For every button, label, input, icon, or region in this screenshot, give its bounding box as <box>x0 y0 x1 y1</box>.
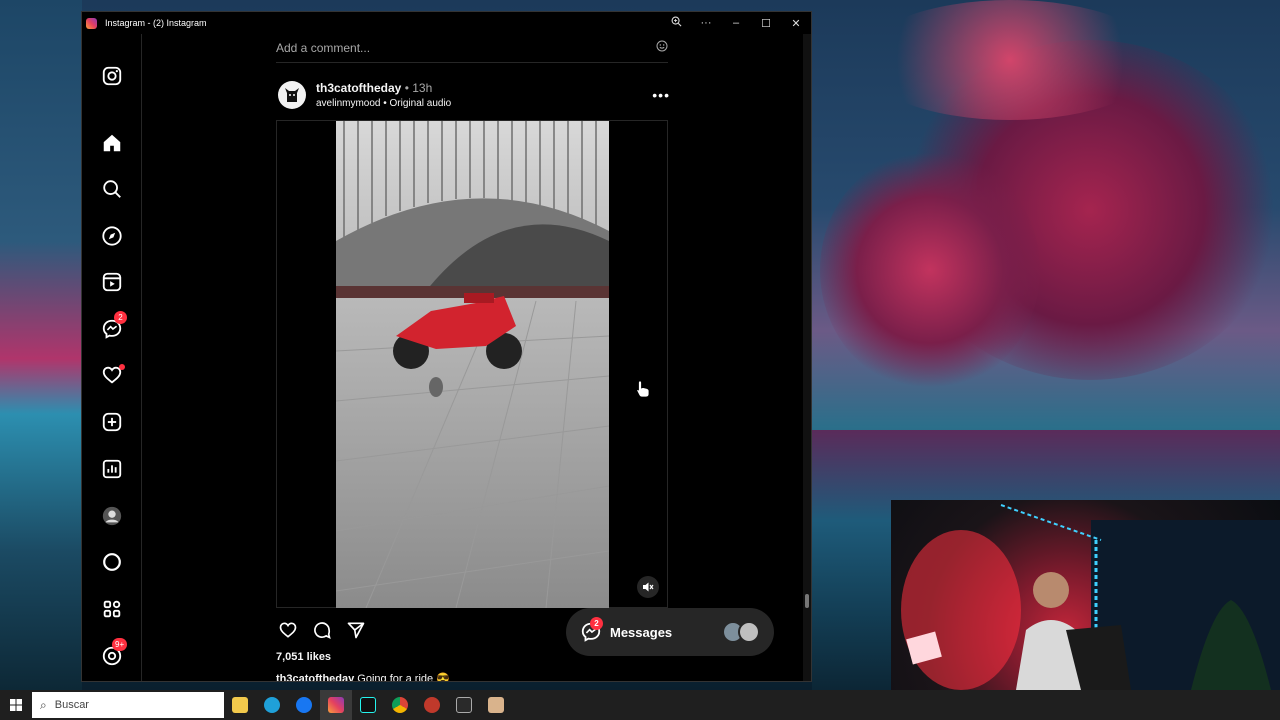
instagram-icon[interactable] <box>320 690 352 720</box>
post-audio[interactable]: avelinmymood • Original audio <box>316 98 451 109</box>
webcam-overlay <box>891 500 1280 690</box>
instagram-app-icon <box>86 17 97 29</box>
search-icon[interactable] <box>100 177 124 201</box>
reels-icon[interactable] <box>100 270 124 294</box>
notification-dot <box>119 364 125 370</box>
emoji-icon[interactable] <box>656 39 668 57</box>
dashboard-icon[interactable] <box>100 457 124 481</box>
add-comment-row[interactable]: Add a comment... <box>276 34 668 63</box>
threads-badge: 9+ <box>112 638 128 651</box>
like-count[interactable]: 7,051 likes <box>276 651 331 663</box>
feed: Add a comment... th3catoftheday • 13h av… <box>142 34 802 681</box>
messenger-icon[interactable]: 2 <box>100 311 127 341</box>
post-caption: th3catoftheday Going for a ride 😎 <box>276 672 450 681</box>
post-actions <box>276 618 396 642</box>
caption-username[interactable]: th3catoftheday <box>276 673 354 681</box>
search-icon: ⌕ <box>40 697 47 712</box>
maximize-button[interactable]: ☐ <box>751 17 781 30</box>
cat <box>429 377 443 397</box>
post-username[interactable]: th3catoftheday • 13h <box>316 81 432 95</box>
feed-scrollbar[interactable] <box>803 34 811 681</box>
scrollbar-thumb[interactable] <box>805 594 809 608</box>
mute-icon[interactable] <box>637 576 659 598</box>
taskbar-search[interactable]: ⌕ Buscar <box>32 692 224 718</box>
post-more-icon[interactable]: ••• <box>652 87 670 103</box>
wallpaper-tree <box>820 150 1040 390</box>
create-icon[interactable] <box>100 410 124 434</box>
home-icon[interactable] <box>100 131 124 155</box>
post-time: • 13h <box>401 81 433 95</box>
chrome-icon[interactable] <box>384 690 416 720</box>
instagram-window: Instagram - (2) Instagram ··· – ☐ ✕ 2 9+… <box>81 11 812 682</box>
obs-icon[interactable] <box>416 690 448 720</box>
facebook-icon[interactable] <box>288 690 320 720</box>
messenger-badge: 2 <box>114 311 127 324</box>
notifications-heart-icon[interactable] <box>100 363 125 387</box>
windows-taskbar: ⌕ Buscar <box>0 690 1280 720</box>
edge-icon[interactable] <box>256 690 288 720</box>
tiktok-icon[interactable] <box>352 690 384 720</box>
explore-icon[interactable] <box>100 224 124 248</box>
comment-icon[interactable] <box>310 618 334 642</box>
file-explorer-icon[interactable] <box>224 690 256 720</box>
profile-avatar[interactable] <box>100 504 124 528</box>
post-author-avatar[interactable] <box>278 81 306 109</box>
comment-input[interactable]: Add a comment... <box>276 41 370 55</box>
meta-threads-icon[interactable]: 9+ <box>100 638 128 668</box>
messages-label: Messages <box>610 624 673 640</box>
message-avatars <box>722 621 760 643</box>
zoom-in-icon[interactable] <box>661 16 691 30</box>
close-button[interactable]: ✕ <box>781 17 811 30</box>
wallpaper-left-strip <box>0 0 82 690</box>
instagram-logo-icon[interactable] <box>100 64 124 88</box>
epic-games-icon[interactable] <box>448 690 480 720</box>
messages-badge: 2 <box>590 617 603 630</box>
more-options-icon[interactable]: ··· <box>691 17 721 29</box>
post-media[interactable] <box>276 120 668 608</box>
wallpaper-cloud <box>860 0 1160 120</box>
sidebar-nav: 2 9+ <box>82 34 142 681</box>
threads-icon[interactable] <box>100 550 124 574</box>
hand-cursor-icon <box>636 380 650 398</box>
caption-text: Going for a ride 😎 <box>354 673 450 681</box>
photo-app-icon[interactable] <box>480 690 512 720</box>
taskbar-search-placeholder: Buscar <box>54 699 89 711</box>
window-title: Instagram - (2) Instagram <box>105 18 207 28</box>
messages-button[interactable]: 2 Messages <box>566 608 774 656</box>
minimize-button[interactable]: – <box>721 17 751 29</box>
post-header: th3catoftheday • 13h avelinmymood • Orig… <box>278 79 670 113</box>
post-video[interactable] <box>336 121 609 608</box>
avatar <box>738 621 760 643</box>
webcam-feed <box>901 504 1280 690</box>
like-heart-icon[interactable] <box>276 618 300 642</box>
more-icon[interactable] <box>100 597 124 621</box>
start-button[interactable] <box>0 690 32 720</box>
windows-icon <box>10 699 22 711</box>
video-frame <box>336 121 609 608</box>
window-titlebar: Instagram - (2) Instagram ··· – ☐ ✕ <box>82 12 811 34</box>
post-username-text[interactable]: th3catoftheday <box>316 81 401 95</box>
share-icon[interactable] <box>344 618 368 642</box>
